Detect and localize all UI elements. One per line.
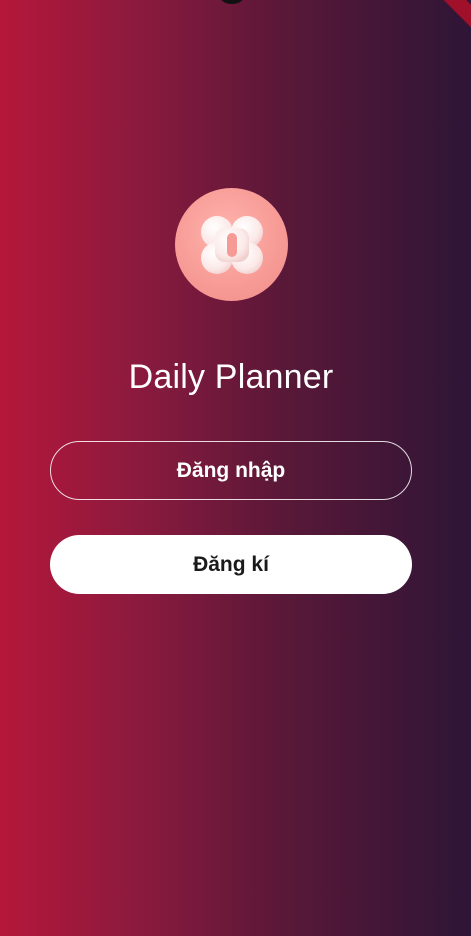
login-button-label: Đăng nhập	[176, 458, 286, 482]
daily-planner-logo-icon	[200, 215, 263, 274]
register-button-label: Đăng kí	[193, 552, 269, 576]
app-title: Daily Planner	[128, 358, 334, 396]
debug-banner	[431, 0, 471, 40]
debug-banner-band	[431, 0, 471, 36]
welcome-screen: Daily Planner Đăng nhập Đăng kí	[0, 0, 471, 936]
login-button[interactable]: Đăng nhập	[50, 441, 412, 500]
app-logo	[175, 188, 288, 301]
camera-notch	[221, 0, 243, 4]
register-button[interactable]: Đăng kí	[50, 535, 412, 594]
